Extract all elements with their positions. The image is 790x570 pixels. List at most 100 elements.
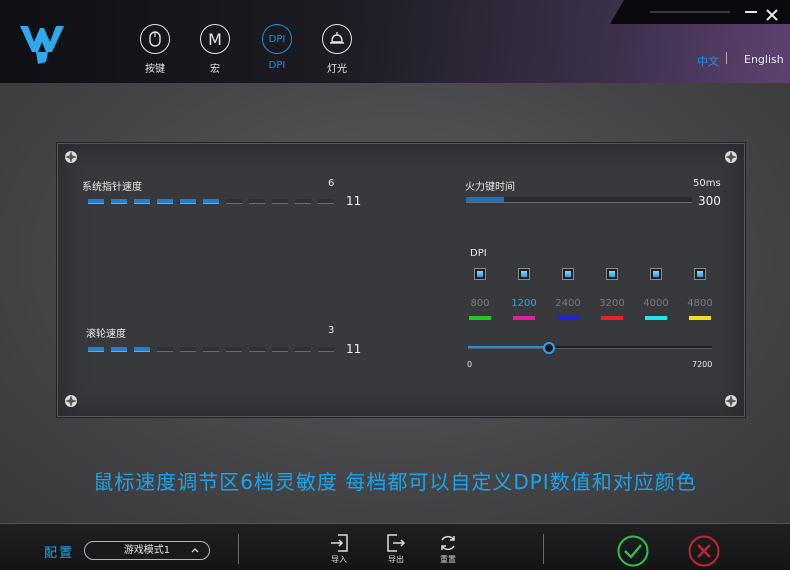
dpi-level-color-swatch[interactable] (689, 316, 711, 320)
nav-dpi-tab[interactable]: DPI DPI (247, 24, 307, 78)
dpi-level-checkbox[interactable] (694, 268, 706, 280)
speed-segment[interactable] (134, 347, 150, 352)
speed-segment[interactable] (180, 347, 196, 352)
title-bar: 按键 M 宏 DPI DPI 灯光 中文 English (0, 0, 790, 83)
footer-toolbar: 配置 游戏模式1 导入 导出 重置 (0, 523, 790, 570)
dpi-label: DPI (470, 248, 487, 259)
cancel-button[interactable] (688, 535, 720, 567)
dpi-level-value[interactable]: 4800 (680, 298, 720, 309)
speed-segment[interactable] (226, 199, 242, 204)
speed-segment[interactable] (134, 199, 150, 204)
speed-segment[interactable] (295, 347, 311, 352)
dpi-level-value[interactable]: 3200 (592, 298, 632, 309)
light-icon (322, 24, 352, 54)
dpi-level-value[interactable]: 800 (460, 298, 500, 309)
dpi-level-value[interactable]: 4000 (636, 298, 676, 309)
fire-key-label: 火力键时间 (465, 182, 515, 193)
dpi-slider-fill (468, 346, 550, 348)
speed-segment[interactable] (249, 199, 265, 204)
nav-buttons-tab[interactable]: 按键 (125, 24, 185, 78)
dpi-level-checkbox[interactable] (474, 268, 486, 280)
dpi-level-checkbox[interactable] (562, 268, 574, 280)
dpi-icon: DPI (262, 24, 292, 54)
speed-segment[interactable] (157, 347, 173, 352)
screw-icon (725, 395, 737, 407)
fire-key-fill (466, 197, 504, 202)
speed-segment[interactable] (272, 199, 288, 204)
nav-buttons-label: 按键 (145, 64, 165, 75)
dpi-level-checkbox[interactable] (518, 268, 530, 280)
dpi-level-color-swatch[interactable] (557, 316, 579, 320)
profile-select[interactable]: 游戏模式1 (84, 541, 210, 560)
speed-segment[interactable] (226, 347, 242, 352)
speed-segment[interactable] (111, 199, 127, 204)
fire-key-max: 300 (698, 194, 721, 208)
speed-segment[interactable] (180, 199, 196, 204)
footer-divider (543, 534, 544, 564)
settings-panel: 系统指针速度 6 11 滚轮速度 3 11 火力键时间 50ms 300 DPI… (57, 143, 745, 417)
dpi-level-value[interactable]: 2400 (548, 298, 588, 309)
dpi-slider[interactable] (468, 346, 712, 349)
main-area: 系统指针速度 6 11 滚轮速度 3 11 火力键时间 50ms 300 DPI… (0, 83, 790, 523)
x-icon (697, 544, 711, 558)
scroll-speed-max: 11 (346, 342, 362, 356)
footer-divider (238, 534, 239, 564)
dpi-level-checkbox[interactable] (650, 268, 662, 280)
dpi-level-color-swatch[interactable] (645, 316, 667, 320)
reset-label: 重置 (440, 555, 456, 564)
speed-segment[interactable] (88, 347, 104, 352)
speed-segment[interactable] (88, 199, 104, 204)
chevron-up-icon (191, 548, 199, 553)
dpi-level-color-swatch[interactable] (513, 316, 535, 320)
lang-divider (726, 52, 727, 64)
speed-segment[interactable] (111, 347, 127, 352)
lang-zh-link[interactable]: 中文 (697, 53, 719, 69)
dpi-level-value[interactable]: 1200 (504, 298, 544, 309)
confirm-button[interactable] (617, 535, 649, 567)
minimize-button[interactable] (745, 4, 759, 18)
dpi-slider-knob[interactable] (543, 342, 556, 354)
speed-segment[interactable] (272, 347, 288, 352)
refresh-icon (441, 535, 455, 551)
mouse-icon (140, 24, 170, 54)
dpi-level-color-swatch[interactable] (601, 316, 623, 320)
nav-dpi-label: DPI (268, 60, 286, 71)
close-icon (766, 9, 778, 21)
import-button[interactable]: 导入 (321, 534, 357, 565)
nav-light-tab[interactable]: 灯光 (307, 24, 367, 78)
pointer-speed-slider[interactable] (88, 199, 340, 205)
pointer-speed-label: 系统指针速度 (82, 182, 142, 193)
config-label: 配置 (44, 546, 75, 561)
nav-macro-tab[interactable]: M 宏 (185, 24, 245, 78)
nav-light-label: 灯光 (327, 64, 347, 75)
lang-en-link[interactable]: English (744, 53, 784, 66)
speed-segment[interactable] (203, 199, 219, 204)
screw-icon (65, 151, 77, 163)
speed-segment[interactable] (203, 347, 219, 352)
fire-key-slider[interactable] (466, 197, 692, 203)
drag-handle[interactable] (650, 11, 730, 13)
speed-segment[interactable] (318, 347, 334, 352)
feature-caption: 鼠标速度调节区6档灵敏度 每档都可以自定义DPI数值和对应颜色 (93, 470, 697, 494)
speed-segment[interactable] (157, 199, 173, 204)
dpi-slider-min: 0 (467, 360, 473, 369)
screw-icon (725, 151, 737, 163)
dpi-slider-max: 7200 (692, 360, 713, 369)
dpi-level-checkbox[interactable] (606, 268, 618, 280)
nav-macro-label: 宏 (210, 64, 220, 75)
brand-logo (20, 26, 64, 64)
speed-segment[interactable] (318, 199, 334, 204)
dpi-level-color-swatch[interactable] (469, 316, 491, 320)
export-button[interactable]: 导出 (378, 534, 414, 565)
import-label: 导入 (331, 555, 347, 564)
macro-m-icon: M (200, 24, 230, 54)
fire-key-value: 50ms (693, 178, 721, 189)
speed-segment[interactable] (295, 199, 311, 204)
speed-segment[interactable] (249, 347, 265, 352)
screw-icon (65, 395, 77, 407)
scroll-speed-value: 3 (328, 325, 335, 336)
check-icon (624, 544, 642, 559)
reset-button[interactable]: 重置 (430, 534, 466, 565)
scroll-speed-slider[interactable] (88, 347, 340, 353)
close-button[interactable] (766, 6, 780, 21)
